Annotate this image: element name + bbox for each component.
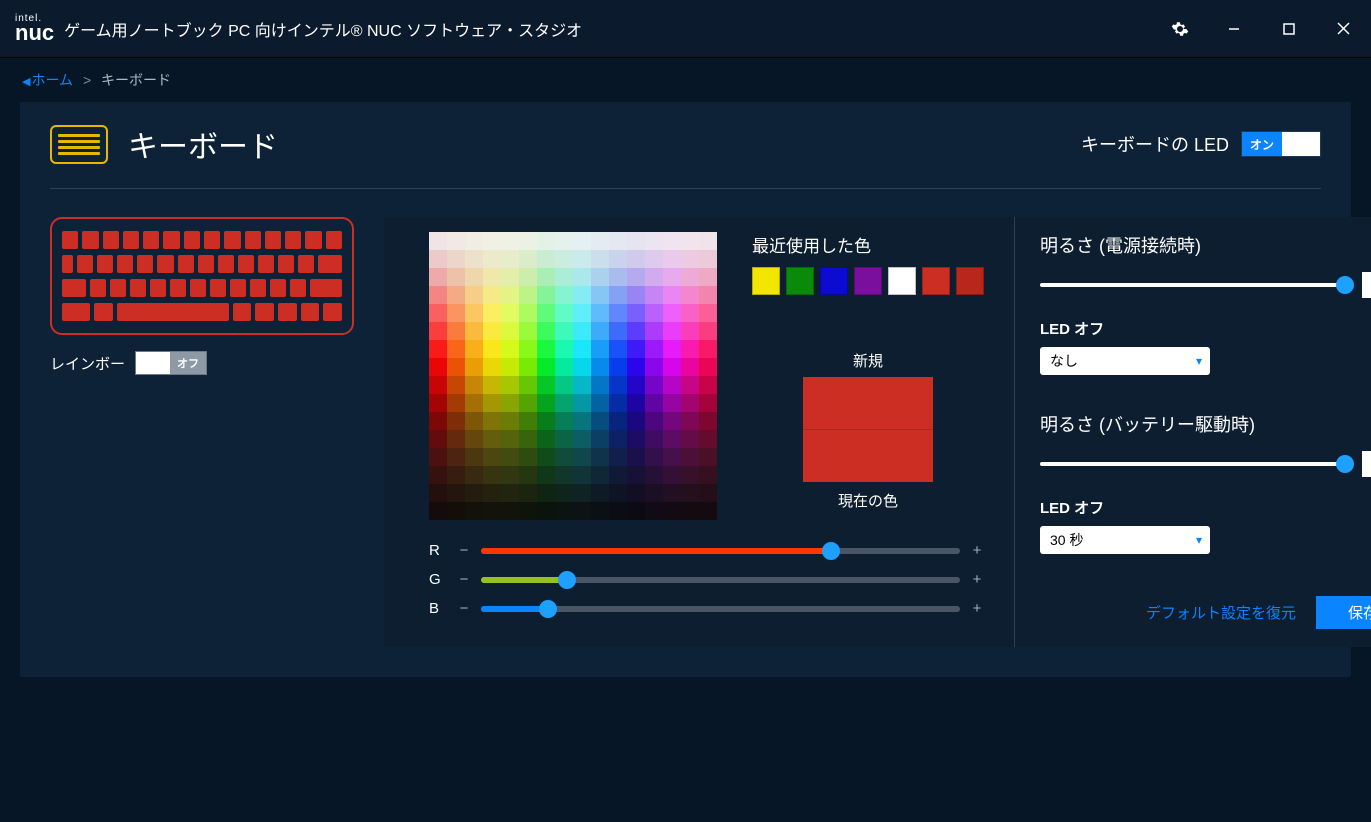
keyboard-led-label: キーボードの LED	[1081, 131, 1229, 157]
breadcrumb: ◀ホーム > キーボード	[0, 58, 1371, 102]
r-plus-button[interactable]: +	[970, 542, 984, 559]
restore-defaults-link[interactable]: デフォルト設定を復元	[1146, 602, 1296, 623]
g-label: G	[429, 571, 447, 588]
window-close-button[interactable]	[1316, 0, 1371, 57]
keyboard-icon	[50, 125, 108, 164]
breadcrumb-current: キーボード	[101, 72, 171, 88]
intel-nuc-logo: intel. nuc	[15, 14, 54, 44]
r-slider[interactable]	[481, 548, 960, 554]
color-palette-grid[interactable]	[429, 232, 717, 520]
new-color-swatch	[803, 377, 933, 430]
led-off-ac-label: LED オフ	[1040, 318, 1371, 339]
led-off-battery-select[interactable]: 30 秒 ▾	[1040, 526, 1210, 554]
brightness-battery-slider[interactable]	[1040, 462, 1348, 466]
color-picker-column: 最近使用した色 新規 現在の色 R − +	[384, 217, 1014, 647]
recent-color-swatch[interactable]	[786, 267, 814, 295]
keyboard-led-toggle[interactable]: オン	[1241, 131, 1321, 157]
breadcrumb-home-link[interactable]: ホーム	[31, 72, 73, 88]
b-label: B	[429, 600, 447, 617]
rainbow-label: レインボー	[50, 353, 125, 374]
rainbow-toggle[interactable]: オフ	[135, 351, 207, 375]
led-off-ac-select[interactable]: なし ▾	[1040, 347, 1210, 375]
b-minus-button[interactable]: −	[457, 600, 471, 617]
led-off-battery-label: LED オフ	[1040, 497, 1371, 518]
recent-color-swatch[interactable]	[888, 267, 916, 295]
chevron-down-icon: ▾	[1196, 533, 1202, 547]
b-plus-button[interactable]: +	[970, 600, 984, 617]
logo-line2: nuc	[15, 22, 54, 44]
panel-header: キーボード キーボードの LED オン	[50, 122, 1321, 189]
window-minimize-button[interactable]	[1206, 0, 1261, 57]
titlebar: intel. nuc ゲーム用ノートブック PC 向けインテル® NUC ソフト…	[0, 0, 1371, 58]
current-color-label: 現在の色	[752, 490, 984, 511]
recent-colors-title: 最近使用した色	[752, 232, 984, 257]
rainbow-toggle-row: レインボー オフ	[50, 351, 354, 375]
recent-color-swatch[interactable]	[956, 267, 984, 295]
breadcrumb-sep: >	[83, 72, 91, 88]
brightness-ac-value[interactable]: 100	[1362, 272, 1371, 298]
g-minus-button[interactable]: −	[457, 571, 471, 588]
led-off-ac-value: なし	[1050, 351, 1078, 371]
breadcrumb-back-caret-icon[interactable]: ◀	[22, 76, 30, 88]
recent-color-swatch[interactable]	[922, 267, 950, 295]
page-title: キーボード	[128, 122, 278, 166]
recent-color-swatch[interactable]	[854, 267, 882, 295]
keyboard-preview[interactable]	[50, 217, 354, 335]
r-minus-button[interactable]: −	[457, 542, 471, 559]
settings-column: 明るさ (電源接続時) 100 LED オフ なし ▾ 明るさ (バッテリー駆動…	[1015, 217, 1371, 647]
app-title: ゲーム用ノートブック PC 向けインテル® NUC ソフトウェア・スタジオ	[64, 17, 582, 41]
g-plus-button[interactable]: +	[970, 571, 984, 588]
brightness-ac-slider[interactable]	[1040, 283, 1348, 287]
settings-gear-icon[interactable]	[1157, 20, 1202, 38]
r-slider-row: R − +	[429, 542, 984, 559]
keyboard-led-toggle-group: キーボードの LED オン	[1081, 131, 1321, 157]
b-slider[interactable]	[481, 606, 960, 612]
led-off-battery-value: 30 秒	[1050, 530, 1083, 550]
window-maximize-button[interactable]	[1261, 0, 1316, 57]
brightness-ac-label: 明るさ (電源接続時)	[1040, 232, 1371, 258]
recent-color-swatch[interactable]	[820, 267, 848, 295]
toggle-state-label: オン	[1242, 132, 1282, 156]
recent-color-swatch[interactable]	[752, 267, 780, 295]
brightness-battery-label: 明るさ (バッテリー駆動時)	[1040, 411, 1371, 437]
chevron-down-icon: ▾	[1196, 354, 1202, 368]
b-slider-row: B − +	[429, 600, 984, 617]
r-label: R	[429, 542, 447, 559]
brightness-battery-value[interactable]: 100	[1362, 451, 1371, 477]
toggle-state-label: オフ	[170, 352, 206, 374]
g-slider-row: G − +	[429, 571, 984, 588]
g-slider[interactable]	[481, 577, 960, 583]
current-color-swatch	[803, 430, 933, 482]
main-panel: キーボード キーボードの LED オン レインボー オフ	[20, 102, 1351, 677]
save-button[interactable]: 保存	[1316, 596, 1371, 629]
new-color-label: 新規	[752, 350, 984, 371]
left-column: レインボー オフ	[50, 217, 354, 647]
recent-colors-row	[752, 267, 984, 295]
